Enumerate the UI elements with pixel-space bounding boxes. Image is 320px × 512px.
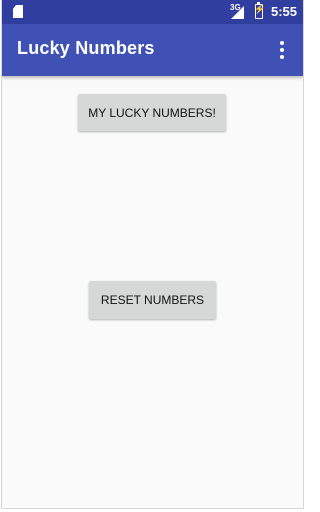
network-type-label: 3G xyxy=(230,3,241,12)
status-bar: 3G 5:55 xyxy=(2,0,303,24)
sd-card-icon xyxy=(13,5,23,18)
status-clock: 5:55 xyxy=(271,4,298,19)
more-vert-icon[interactable] xyxy=(279,41,285,59)
more-vert-dot xyxy=(280,41,284,45)
reset-numbers-button[interactable]: RESET NUMBERS xyxy=(89,281,216,319)
app-title: Lucky Numbers xyxy=(17,38,155,58)
more-vert-dot xyxy=(280,48,284,52)
app-window: 3G 5:55 Lucky Numbers MY LUCKY NUMBERS! … xyxy=(1,0,304,509)
app-bar: Lucky Numbers xyxy=(2,24,303,76)
battery-charging-icon xyxy=(254,2,265,19)
my-lucky-numbers-button[interactable]: MY LUCKY NUMBERS! xyxy=(78,94,226,131)
more-vert-dot xyxy=(280,55,284,59)
